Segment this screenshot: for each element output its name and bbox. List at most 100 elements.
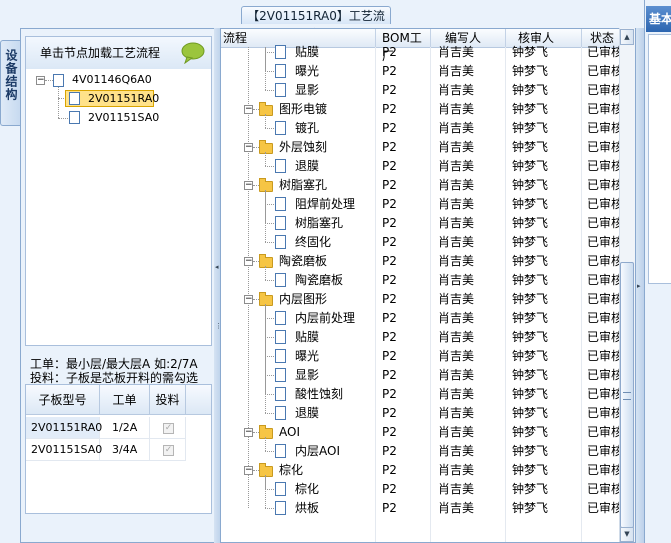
- process-group-name[interactable]: 棕化: [279, 461, 375, 480]
- expand-collapse-toggle[interactable]: −: [244, 181, 253, 190]
- process-step-name[interactable]: 阻焊前处理: [295, 195, 375, 214]
- table-cell-order[interactable]: 1/2A: [100, 417, 150, 439]
- writer-cell[interactable]: 肖吉美: [438, 195, 503, 214]
- bom-factory-cell[interactable]: P2: [382, 100, 427, 119]
- process-step-name[interactable]: 退膜: [295, 157, 375, 176]
- bom-factory-cell[interactable]: P2: [382, 309, 427, 328]
- status-cell[interactable]: 已审核: [587, 100, 619, 119]
- feed-checkbox[interactable]: ✓: [163, 445, 174, 456]
- process-step-name[interactable]: 显影: [295, 81, 375, 100]
- writer-cell[interactable]: 肖吉美: [438, 100, 503, 119]
- process-step-name[interactable]: 酸性蚀刻: [295, 385, 375, 404]
- writer-cell[interactable]: 肖吉美: [438, 43, 503, 62]
- status-cell[interactable]: 已审核: [587, 404, 619, 423]
- reviewer-cell[interactable]: 钟梦飞: [512, 480, 578, 499]
- table-cell-model[interactable]: 2V01151RA0: [26, 417, 102, 439]
- writer-cell[interactable]: 肖吉美: [438, 119, 503, 138]
- bom-factory-cell[interactable]: P2: [382, 499, 427, 518]
- reviewer-cell[interactable]: 钟梦飞: [512, 404, 578, 423]
- status-cell[interactable]: 已审核: [587, 157, 619, 176]
- writer-cell[interactable]: 肖吉美: [438, 157, 503, 176]
- writer-cell[interactable]: 肖吉美: [438, 233, 503, 252]
- bom-factory-cell[interactable]: P2: [382, 157, 427, 176]
- writer-cell[interactable]: 肖吉美: [438, 176, 503, 195]
- reviewer-cell[interactable]: 钟梦飞: [512, 423, 578, 442]
- bom-factory-cell[interactable]: P2: [382, 176, 427, 195]
- reviewer-cell[interactable]: 钟梦飞: [512, 252, 578, 271]
- status-cell[interactable]: 已审核: [587, 290, 619, 309]
- expand-collapse-toggle[interactable]: −: [244, 143, 253, 152]
- status-cell[interactable]: 已审核: [587, 233, 619, 252]
- writer-cell[interactable]: 肖吉美: [438, 214, 503, 233]
- reviewer-cell[interactable]: 钟梦飞: [512, 100, 578, 119]
- process-step-name[interactable]: 内层前处理: [295, 309, 375, 328]
- status-cell[interactable]: 已审核: [587, 62, 619, 81]
- reviewer-cell[interactable]: 钟梦飞: [512, 138, 578, 157]
- bom-factory-cell[interactable]: P2: [382, 404, 427, 423]
- bom-factory-cell[interactable]: P2: [382, 119, 427, 138]
- bom-factory-cell[interactable]: P2: [382, 423, 427, 442]
- status-cell[interactable]: 已审核: [587, 366, 619, 385]
- process-step-name[interactable]: 烘板: [295, 499, 375, 518]
- writer-cell[interactable]: 肖吉美: [438, 480, 503, 499]
- collapse-right-arrow-icon[interactable]: ▸: [637, 282, 641, 290]
- reviewer-cell[interactable]: 钟梦飞: [512, 43, 578, 62]
- writer-cell[interactable]: 肖吉美: [438, 461, 503, 480]
- writer-cell[interactable]: 肖吉美: [438, 81, 503, 100]
- status-cell[interactable]: 已审核: [587, 176, 619, 195]
- process-group-name[interactable]: 陶瓷磨板: [279, 252, 375, 271]
- status-cell[interactable]: 已审核: [587, 271, 619, 290]
- equipment-structure-tab[interactable]: 设备结构: [0, 40, 20, 126]
- process-step-name[interactable]: 陶瓷磨板: [295, 271, 375, 290]
- writer-cell[interactable]: 肖吉美: [438, 252, 503, 271]
- process-step-name[interactable]: 曝光: [295, 62, 375, 81]
- status-cell[interactable]: 已审核: [587, 119, 619, 138]
- process-step-name[interactable]: 贴膜: [295, 43, 375, 62]
- bom-factory-cell[interactable]: P2: [382, 347, 427, 366]
- process-step-name[interactable]: 终固化: [295, 233, 375, 252]
- reviewer-cell[interactable]: 钟梦飞: [512, 81, 578, 100]
- bom-factory-cell[interactable]: P2: [382, 328, 427, 347]
- expand-collapse-toggle[interactable]: −: [244, 105, 253, 114]
- collapse-left-arrow-icon[interactable]: ◂: [215, 263, 219, 271]
- writer-cell[interactable]: 肖吉美: [438, 499, 503, 518]
- status-cell[interactable]: 已审核: [587, 43, 619, 62]
- writer-cell[interactable]: 肖吉美: [438, 62, 503, 81]
- bom-factory-cell[interactable]: P2: [382, 233, 427, 252]
- writer-cell[interactable]: 肖吉美: [438, 347, 503, 366]
- writer-cell[interactable]: 肖吉美: [438, 366, 503, 385]
- process-group-name[interactable]: 图形电镀: [279, 100, 375, 119]
- bom-factory-cell[interactable]: P2: [382, 271, 427, 290]
- status-cell[interactable]: 已审核: [587, 480, 619, 499]
- process-group-name[interactable]: 内层图形: [279, 290, 375, 309]
- col-header-feed[interactable]: 投料: [150, 385, 186, 415]
- process-step-name[interactable]: 贴膜: [295, 328, 375, 347]
- bom-factory-cell[interactable]: P2: [382, 461, 427, 480]
- scroll-up-button[interactable]: ▲: [620, 29, 634, 45]
- bom-factory-cell[interactable]: P2: [382, 214, 427, 233]
- reviewer-cell[interactable]: 钟梦飞: [512, 157, 578, 176]
- process-flow-title-tab[interactable]: 【2V01151RA0】工艺流程: [241, 6, 391, 41]
- process-group-name[interactable]: 树脂塞孔: [279, 176, 375, 195]
- status-cell[interactable]: 已审核: [587, 195, 619, 214]
- writer-cell[interactable]: 肖吉美: [438, 271, 503, 290]
- tree-collapse-toggle[interactable]: −: [36, 76, 45, 85]
- status-cell[interactable]: 已审核: [587, 385, 619, 404]
- reviewer-cell[interactable]: 钟梦飞: [512, 271, 578, 290]
- status-cell[interactable]: 已审核: [587, 461, 619, 480]
- process-group-name[interactable]: AOI: [279, 423, 375, 442]
- process-step-name[interactable]: 退膜: [295, 404, 375, 423]
- reviewer-cell[interactable]: 钟梦飞: [512, 290, 578, 309]
- tree-node-root[interactable]: 4V01146Q6A0: [72, 73, 152, 86]
- reviewer-cell[interactable]: 钟梦飞: [512, 499, 578, 518]
- status-cell[interactable]: 已审核: [587, 309, 619, 328]
- reviewer-cell[interactable]: 钟梦飞: [512, 233, 578, 252]
- reviewer-cell[interactable]: 钟梦飞: [512, 385, 578, 404]
- expand-collapse-toggle[interactable]: −: [244, 257, 253, 266]
- process-step-name[interactable]: 镀孔: [295, 119, 375, 138]
- bom-factory-cell[interactable]: P2: [382, 385, 427, 404]
- writer-cell[interactable]: 肖吉美: [438, 442, 503, 461]
- col-header-order[interactable]: 工单: [100, 385, 150, 415]
- bom-factory-cell[interactable]: P2: [382, 366, 427, 385]
- writer-cell[interactable]: 肖吉美: [438, 290, 503, 309]
